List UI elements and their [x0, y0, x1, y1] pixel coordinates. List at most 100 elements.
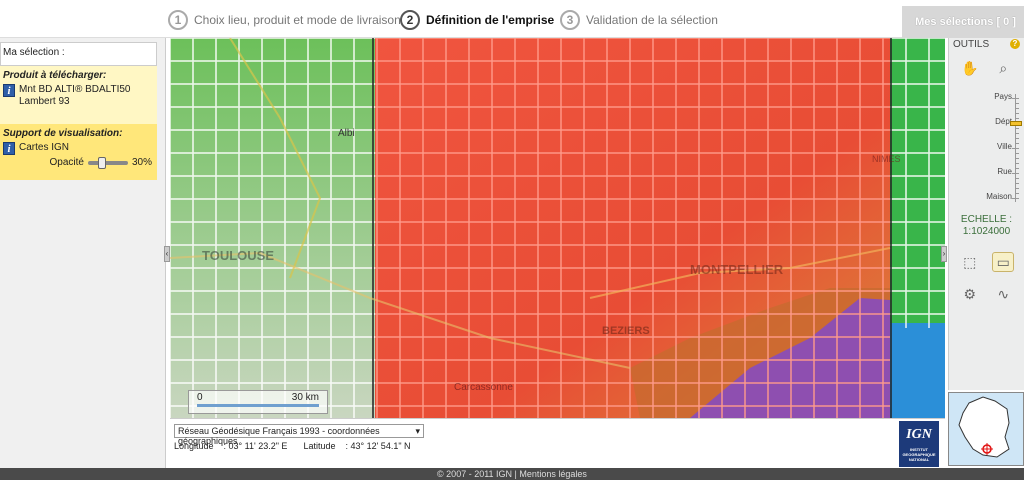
opacity-slider[interactable] [87, 156, 128, 169]
scale-min: 0 [197, 392, 203, 403]
zoom-level-0[interactable]: Pays [994, 92, 1012, 101]
zoom-tick [1012, 173, 1019, 174]
pan-hand-icon[interactable]: ✋ [959, 58, 981, 78]
zoom-tick [1015, 193, 1019, 194]
step-3[interactable]: 3 Validation de la sélection [560, 10, 718, 30]
my-selections-button[interactable]: Mes sélections [ 0 ] [902, 6, 1024, 38]
latitude-label: Latitude [303, 441, 336, 451]
zoom-tick [1012, 198, 1019, 199]
city-label-toulouse: TOULOUSE [202, 248, 274, 263]
zoom-tick [1015, 133, 1019, 134]
ign-logo: IGN INSTITUT GEOGRAPHIQUE NATIONAL [899, 421, 939, 467]
visual-item: i Cartes IGN [3, 142, 154, 155]
map-view[interactable]: Albi TOULOUSE MONTPELLIER BEZIERS Carcas… [170, 38, 945, 418]
step-3-label: Validation de la sélection [586, 13, 718, 27]
zoom-tick [1015, 178, 1019, 179]
visual-item-label: Cartes IGN [19, 142, 70, 153]
zoom-tick [1015, 163, 1019, 164]
select-point-icon[interactable]: ⬚ [959, 252, 981, 272]
step-1-number: 1 [168, 10, 188, 30]
ign-logo-subtitle: INSTITUT GEOGRAPHIQUE NATIONAL [902, 447, 936, 462]
zoom-level-4[interactable]: Maison [986, 192, 1012, 201]
opacity-label: Opacité [49, 157, 84, 168]
opacity-value: 30% [131, 157, 152, 168]
scale-max: 30 km [291, 392, 319, 403]
app-root: 1 Choix lieu, produit et mode de livrais… [0, 0, 1024, 480]
tools-header: OUTILS ? [949, 38, 1024, 52]
step-2[interactable]: 2 Définition de l'emprise [400, 10, 554, 30]
overview-map-canvas[interactable] [949, 393, 1023, 465]
zoom-tick [1015, 108, 1019, 109]
crs-value: Réseau Géodésique Français 1993 - coordo… [178, 426, 380, 446]
tile-grid-west [170, 38, 375, 418]
zoom-tick [1015, 138, 1019, 139]
download-item-label: Mnt BD ALTI® BDALTI50 Lambert 93 [19, 84, 131, 107]
sea-east [890, 323, 945, 418]
zoom-tick [1015, 128, 1019, 129]
tile-grid-selected [375, 38, 890, 418]
city-label-carcassonne: Carcassonne [454, 382, 513, 393]
scale-value: 1:1024000 [962, 226, 1011, 237]
zoom-tick [1015, 168, 1019, 169]
zoom-tick [1015, 103, 1019, 104]
info-icon[interactable]: i [3, 142, 15, 155]
latitude-value: : 43° 12' 54.1" N [345, 441, 411, 451]
download-box: Produit à télécharger: i Mnt BD ALTI® BD… [0, 66, 157, 124]
city-label-montpellier: MONTPELLIER [690, 262, 784, 277]
visual-box: Support de visualisation: i Cartes IGN O… [0, 124, 157, 180]
tools-panel: OUTILS ? ✋ ⌕ Pays Dépt Ville Rue Maison ECHE… [948, 38, 1024, 390]
zoom-level-2[interactable]: Ville [997, 142, 1012, 151]
zoom-tick [1012, 148, 1019, 149]
zoom-tick [1015, 183, 1019, 184]
tools-row-draw: ⚙ ∿ [949, 278, 1024, 310]
zoom-tick [1012, 98, 1019, 99]
tools-row-selection: ⬚ ▭ [949, 246, 1024, 278]
zoom-level-3[interactable]: Rue [997, 167, 1012, 176]
download-title: Produit à télécharger: [3, 70, 107, 81]
ign-logo-text: IGN [906, 427, 932, 442]
longitude-label: Longitude [174, 441, 214, 451]
step-2-number: 2 [400, 10, 420, 30]
city-label-nimes: NIMES [872, 154, 901, 164]
opacity-slider-knob[interactable] [97, 156, 106, 169]
zoom-scale[interactable]: Pays Dépt Ville Rue Maison [949, 88, 1024, 208]
tools-row-navigation: ✋ ⌕ [949, 52, 1024, 84]
collapse-right-button[interactable]: › [941, 246, 947, 262]
city-label-beziers: BEZIERS [602, 325, 650, 337]
visual-title: Support de visualisation: [3, 128, 123, 139]
zoom-tick [1015, 188, 1019, 189]
scale-label: ECHELLE : [960, 214, 1013, 225]
zoom-tick [1015, 113, 1019, 114]
step-1[interactable]: 1 Choix lieu, produit et mode de livrais… [168, 10, 401, 30]
scale-line [197, 404, 319, 407]
zoom-tick [1015, 153, 1019, 154]
longitude-value: : 03° 11' 23.2" E [223, 441, 288, 451]
scale-readout: ECHELLE : 1:1024000 [949, 214, 1024, 238]
map-canvas[interactable]: Albi TOULOUSE MONTPELLIER BEZIERS Carcas… [170, 38, 945, 418]
chevron-down-icon: ▾ [415, 426, 420, 436]
crs-select[interactable]: Réseau Géodésique Français 1993 - coordo… [174, 424, 424, 446]
step-1-label: Choix lieu, produit et mode de livraison [194, 13, 401, 27]
select-freehand-icon[interactable]: ∿ [992, 284, 1014, 304]
zoom-box-icon[interactable]: ⌕ [992, 58, 1014, 78]
zoom-tick [1015, 143, 1019, 144]
select-rectangle-icon[interactable]: ▭ [992, 252, 1015, 272]
overview-map[interactable] [948, 392, 1024, 466]
opacity-row: Opacité 30% [3, 156, 154, 169]
zoom-tick [1015, 158, 1019, 159]
footer: © 2007 - 2011 IGN | Mentions légales [0, 468, 1024, 480]
tile-grid-east [890, 38, 945, 328]
step-3-number: 3 [560, 10, 580, 30]
download-item: i Mnt BD ALTI® BDALTI50 Lambert 93 [3, 84, 154, 108]
selection-title: Ma sélection : [0, 42, 157, 66]
zoom-tick [1015, 118, 1019, 119]
step-bar: 1 Choix lieu, produit et mode de livrais… [0, 0, 1024, 38]
tools-title: OUTILS [953, 39, 990, 50]
help-icon[interactable]: ? [1010, 39, 1020, 49]
scale-bar: 0 30 km [188, 390, 328, 414]
selection-panel: Ma sélection : Produit à télécharger: i … [0, 38, 166, 468]
city-label-albi: Albi [338, 128, 355, 139]
info-icon[interactable]: i [3, 84, 15, 97]
zoom-slider-thumb[interactable] [1010, 121, 1022, 126]
select-circle-icon[interactable]: ⚙ [959, 284, 981, 304]
